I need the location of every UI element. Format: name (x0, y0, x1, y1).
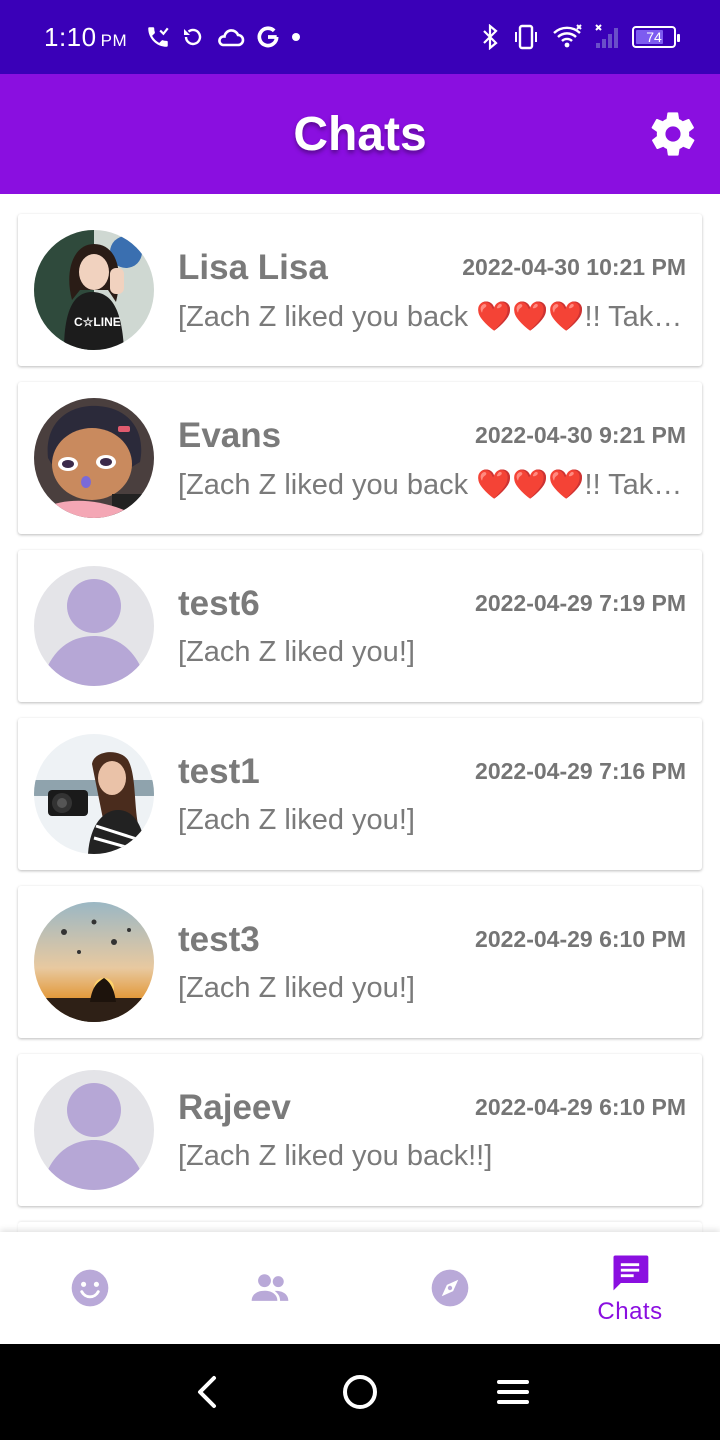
default-person-avatar-icon (34, 566, 154, 686)
google-icon (257, 26, 279, 48)
chat-time: 2022-04-30 10:21 PM (462, 254, 686, 280)
chat-message: [Zach Z liked you back ❤️❤️❤️!! Take a c… (178, 469, 688, 501)
avatar[interactable] (34, 734, 154, 854)
avatar-photo-sunset-balloons (34, 902, 154, 1022)
status-ampm: PM (100, 30, 128, 50)
nav-item-people[interactable] (180, 1232, 360, 1344)
vibrate-icon (515, 24, 537, 50)
menu-button[interactable] (483, 1362, 543, 1422)
gear-icon (651, 112, 695, 156)
chat-time: 2022-04-29 6:10 PM (475, 926, 686, 952)
default-person-avatar-icon (34, 1070, 154, 1190)
avatar[interactable] (34, 1070, 154, 1190)
status-bar: 1:10 PM 74 (0, 0, 720, 74)
chat-item[interactable]: C☆LINE Lisa Lisa 2022-04-30 10:21 PM [Za… (18, 214, 702, 366)
chat-list[interactable]: C☆LINE Lisa Lisa 2022-04-30 10:21 PM [Za… (0, 194, 720, 1232)
chat-message: [Zach Z liked you back!!] (178, 1140, 493, 1172)
status-time-value: 1:10 (44, 21, 97, 52)
menu-icon (497, 1380, 530, 1404)
home-icon (342, 1375, 377, 1409)
chat-name: test6 (178, 584, 260, 623)
avatar[interactable] (34, 398, 154, 518)
nav-item-explore[interactable] (360, 1232, 540, 1344)
wifi-icon (553, 24, 582, 48)
avatar-photo-woman-camera (34, 734, 154, 854)
chat-name: Evans (178, 416, 282, 455)
wifi-call-icon (148, 27, 169, 47)
chat-name: Lisa Lisa (178, 248, 328, 287)
nav-item-matches[interactable] (0, 1232, 180, 1344)
page-title: Chats (293, 107, 427, 161)
chat-name: test3 (178, 920, 260, 959)
battery-icon: 74 (632, 26, 680, 48)
chat-name: test1 (178, 752, 260, 791)
avatar-photo-woman-waving: C☆LINE (34, 230, 154, 350)
bluetooth-icon (483, 24, 498, 50)
cloud-icon (218, 29, 245, 47)
battery-level: 74 (646, 29, 662, 45)
home-button[interactable] (330, 1362, 390, 1422)
chat-message: [Zach Z liked you!] (178, 636, 415, 668)
bottom-nav: Chats (0, 1232, 720, 1344)
people-icon (251, 1274, 289, 1301)
dot-icon (292, 33, 301, 41)
chat-time: 2022-04-29 7:16 PM (475, 758, 686, 784)
svg-text:C☆LINE: C☆LINE (74, 315, 121, 329)
chat-item[interactable]: Rajeev 2022-04-29 6:10 PM [Zach Z liked … (18, 1054, 702, 1206)
status-left-icons (145, 24, 301, 50)
smiley-icon (71, 1269, 109, 1307)
chat-message: [Zach Z liked you!] (178, 972, 415, 1004)
nav-label-chats: Chats (597, 1298, 663, 1325)
avatar-cartoon-girl (34, 398, 154, 518)
chat-message: [Zach Z liked you back ❤️❤️❤️!! Take a c… (178, 301, 688, 333)
back-icon (197, 1376, 216, 1408)
nav-item-chats[interactable]: Chats (540, 1232, 720, 1344)
avatar[interactable] (34, 902, 154, 1022)
chat-item[interactable]: test6 2022-04-29 7:19 PM [Zach Z liked y… (18, 550, 702, 702)
chat-item[interactable]: test3 2022-04-29 6:10 PM [Zach Z liked y… (18, 886, 702, 1038)
chat-time: 2022-04-29 6:10 PM (475, 1094, 686, 1120)
chat-icon (613, 1255, 649, 1291)
back-button[interactable] (177, 1362, 237, 1422)
chat-item-partial[interactable] (18, 1222, 702, 1232)
status-time: 1:10 PM (44, 22, 127, 53)
compass-icon (431, 1269, 469, 1307)
chat-time: 2022-04-29 7:19 PM (475, 590, 686, 616)
app-header: Chats (0, 74, 720, 194)
chat-name: Rajeev (178, 1088, 291, 1127)
sync-icon (184, 28, 202, 46)
avatar[interactable]: C☆LINE (34, 230, 154, 350)
chat-item[interactable]: test1 2022-04-29 7:16 PM [Zach Z liked y… (18, 718, 702, 870)
system-nav (0, 1344, 720, 1440)
signal-icon (595, 24, 618, 48)
chat-item[interactable]: Evans 2022-04-30 9:21 PM [Zach Z liked y… (18, 382, 702, 534)
chat-time: 2022-04-30 9:21 PM (475, 422, 686, 448)
avatar[interactable] (34, 566, 154, 686)
status-right-icons: 74 (480, 23, 680, 51)
settings-button[interactable] (646, 107, 700, 161)
chat-message: [Zach Z liked you!] (178, 804, 415, 836)
